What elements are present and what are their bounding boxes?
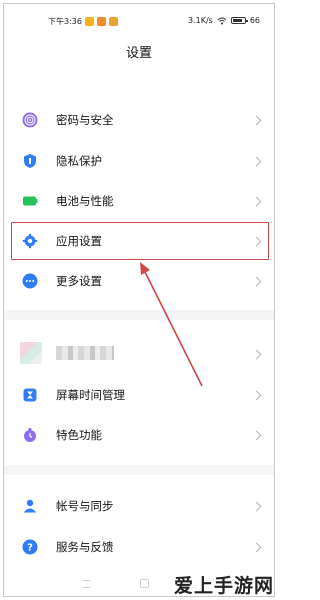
status-time: 下午3:36 — [48, 17, 82, 26]
settings-item-label: 特色功能 — [56, 428, 102, 442]
notification-app-icon — [108, 17, 118, 26]
person-icon — [21, 497, 39, 515]
chevron-right-icon — [251, 115, 262, 125]
status-left: 下午3:36 — [48, 16, 118, 27]
settings-item-password-security[interactable]: 密码与安全 — [4, 100, 274, 140]
menu-nav-icon[interactable] — [82, 580, 90, 588]
wifi-icon — [217, 17, 227, 24]
settings-item-features[interactable]: 特色功能 — [4, 415, 274, 455]
more-icon — [21, 272, 39, 290]
settings-item-label: 屏幕时间管理 — [56, 388, 125, 402]
help-icon: ? — [21, 538, 39, 556]
chevron-right-icon — [251, 390, 262, 400]
settings-item-label: 电池与性能 — [56, 194, 114, 208]
settings-item-more-settings[interactable]: 更多设置 — [4, 261, 274, 301]
chevron-right-icon — [251, 196, 262, 206]
hourglass-icon — [21, 386, 39, 404]
settings-item-account-sync[interactable]: 帐号与同步 — [4, 486, 274, 526]
battery-percent: 66 — [249, 16, 260, 25]
home-nav-icon[interactable] — [140, 579, 149, 588]
status-bar: 下午3:36 3.1K/s 66 — [4, 4, 274, 34]
feature-icon — [21, 426, 39, 444]
status-right: 3.1K/s 66 — [188, 16, 260, 25]
settings-item-account-blurred[interactable] — [4, 334, 274, 374]
blurred-label — [56, 346, 114, 360]
settings-item-label: 更多设置 — [56, 274, 102, 288]
chevron-right-icon — [251, 349, 262, 359]
section-divider — [4, 310, 274, 320]
notification-app-icon — [84, 17, 94, 26]
chevron-right-icon — [251, 276, 262, 286]
settings-item-privacy[interactable]: 隐私保护 — [4, 141, 274, 181]
battery-icon — [21, 192, 39, 210]
battery-status-icon — [230, 17, 248, 24]
settings-item-label: 服务与反馈 — [56, 540, 114, 554]
network-speed: 3.1K/s — [187, 16, 213, 25]
chevron-right-icon — [251, 542, 262, 552]
blurred-avatar — [20, 342, 42, 364]
chevron-right-icon — [251, 156, 262, 166]
notification-app-icon — [96, 17, 106, 26]
page-title: 设置 — [125, 46, 152, 61]
section-divider — [4, 465, 274, 475]
chevron-right-icon — [251, 430, 262, 440]
chevron-right-icon — [251, 501, 262, 511]
watermark-logo: 爱上手游网 — [173, 575, 274, 597]
svg-text:?: ? — [27, 543, 33, 554]
settings-item-label: 密码与安全 — [56, 113, 114, 127]
settings-item-service-feedback[interactable]: ? 服务与反馈 — [4, 527, 274, 567]
settings-item-label: 隐私保护 — [56, 154, 102, 168]
settings-item-battery-performance[interactable]: 电池与性能 — [4, 181, 274, 221]
settings-item-label: 帐号与同步 — [56, 499, 114, 513]
fingerprint-icon — [21, 111, 39, 129]
phone-screen: 下午3:36 3.1K/s 66 设置 密码与安全 隐私保护 电池与性能 应用设… — [3, 3, 275, 597]
highlight-box — [11, 222, 269, 260]
shield-icon — [21, 152, 39, 170]
settings-item-screen-time[interactable]: 屏幕时间管理 — [4, 375, 274, 415]
